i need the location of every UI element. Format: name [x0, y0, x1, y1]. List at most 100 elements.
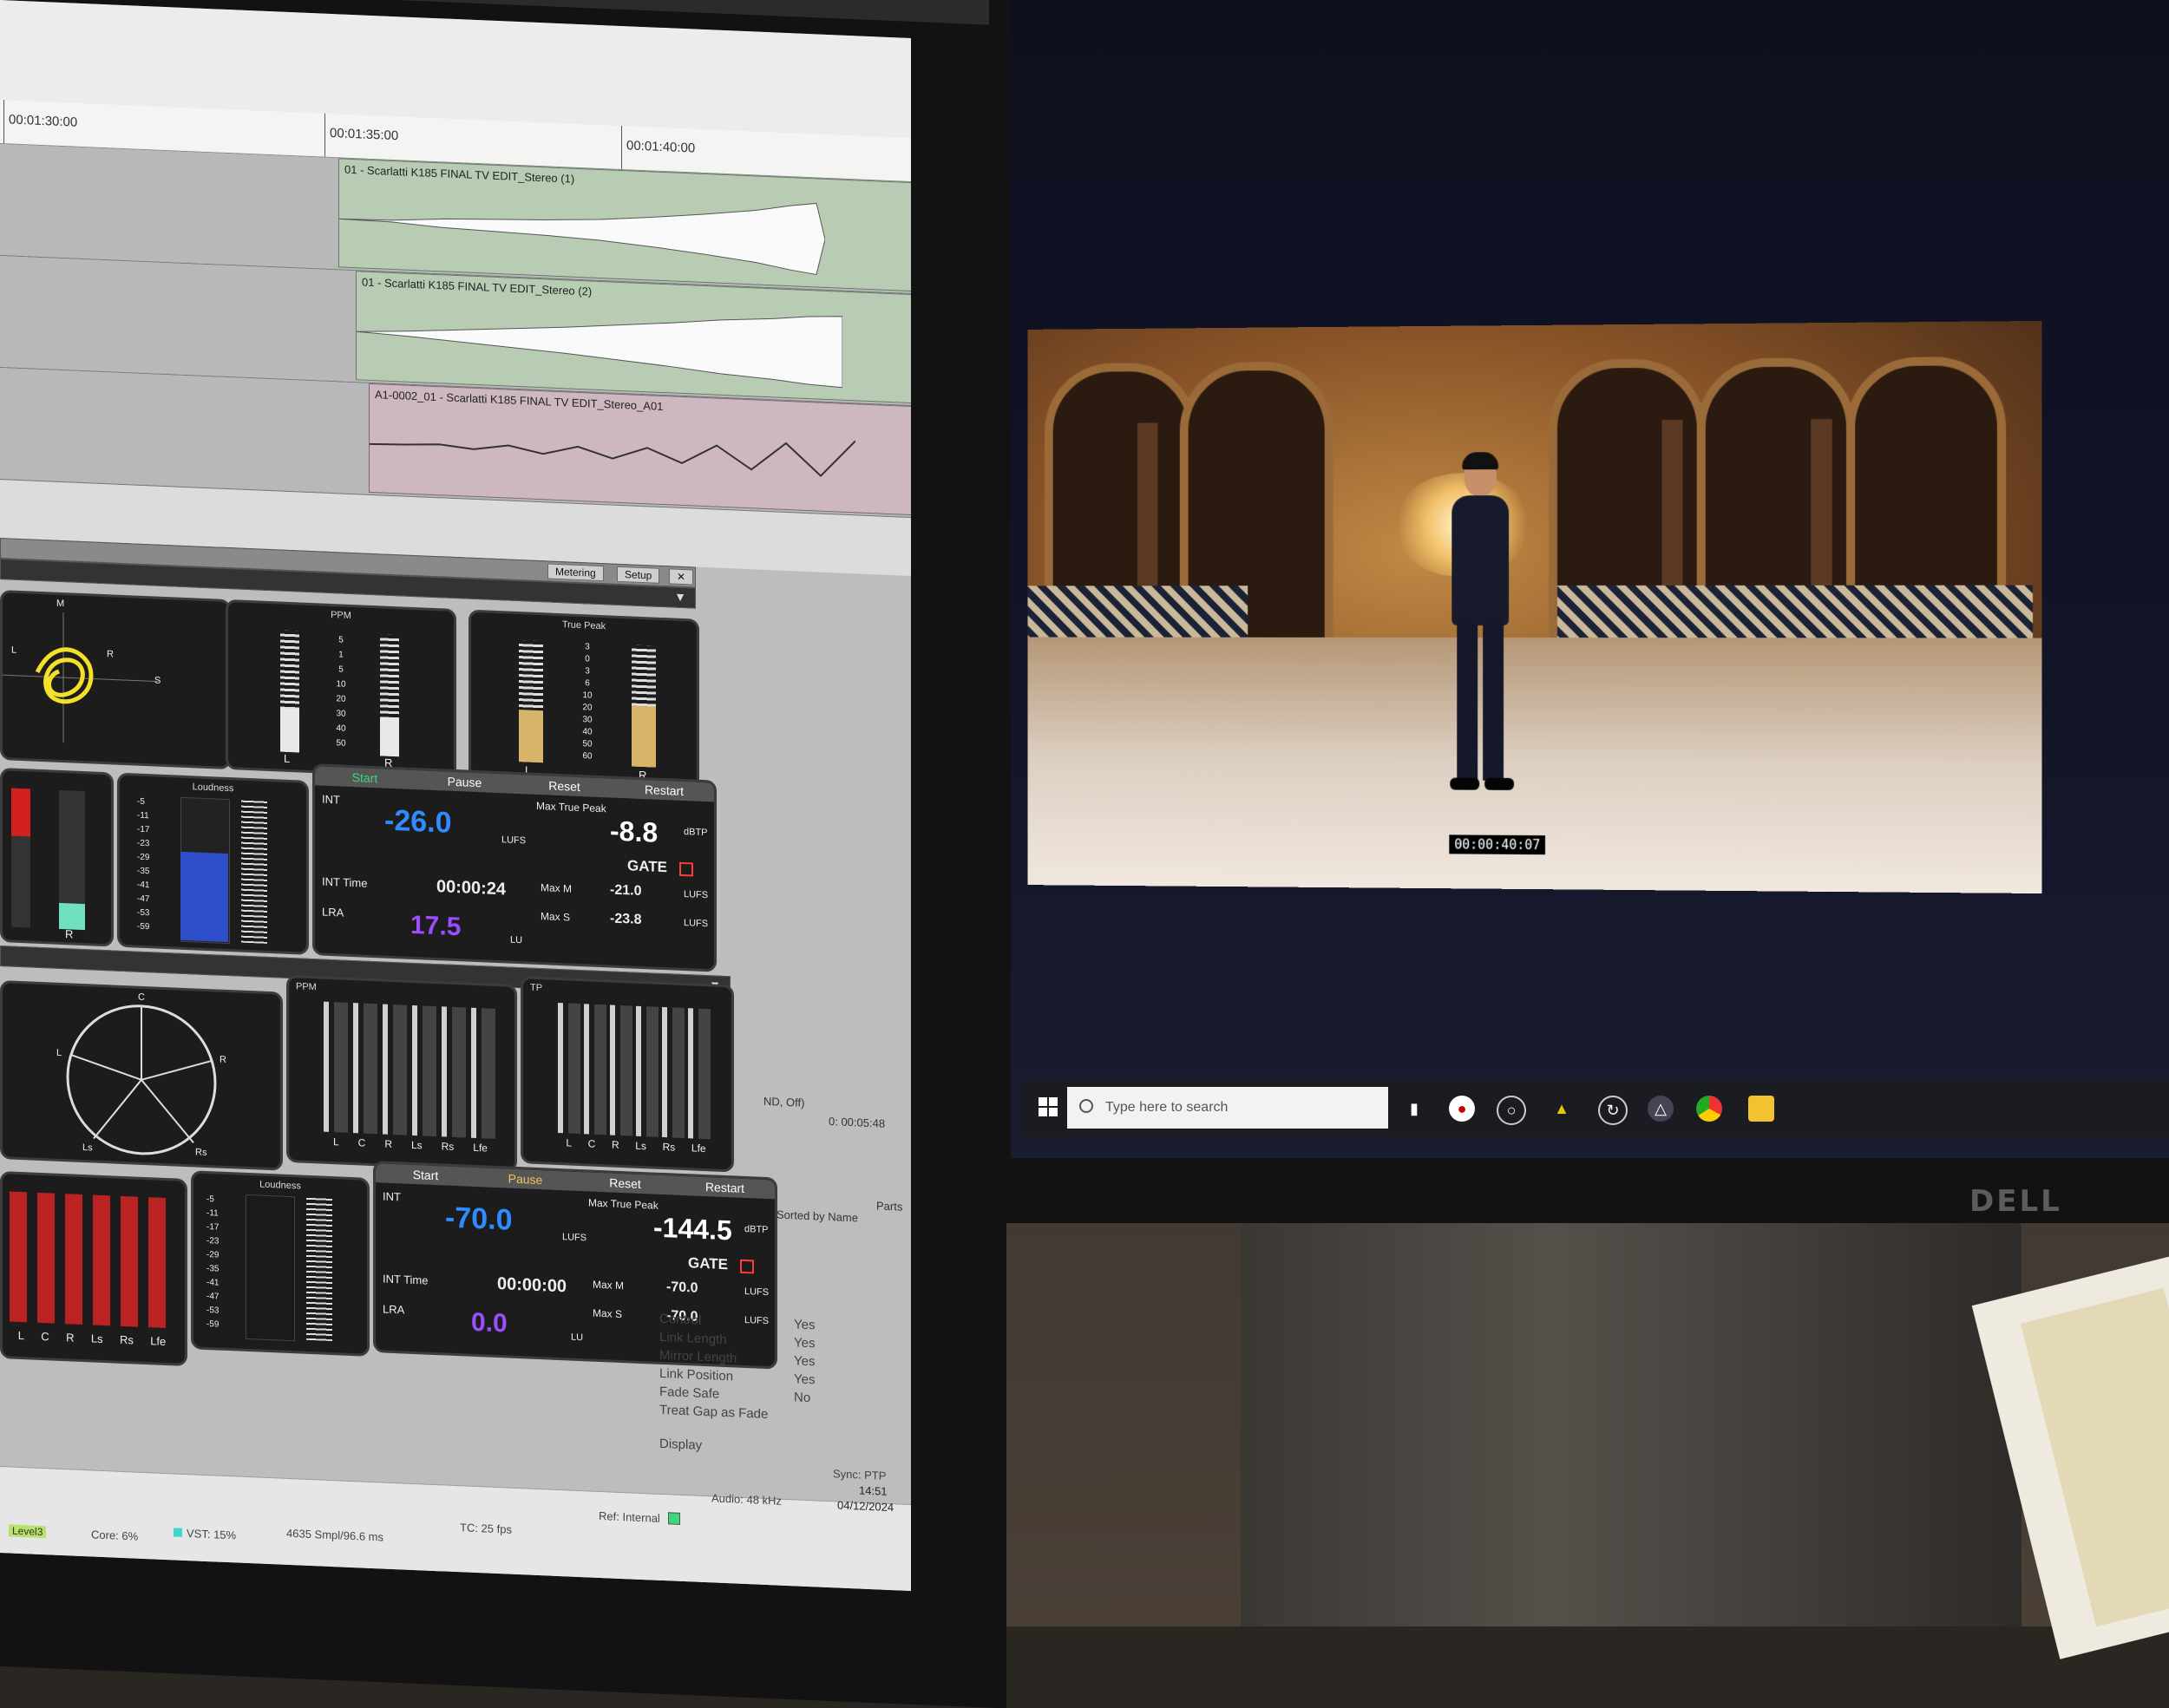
taskbar-search[interactable]: Type here to search — [1067, 1087, 1388, 1129]
performer-shoe — [1484, 777, 1515, 790]
monitor-stand — [1241, 1197, 2022, 1626]
level-fill-left — [11, 788, 30, 837]
task-view-icon[interactable]: ▮ — [1401, 1096, 1427, 1122]
performer-shoe — [1450, 777, 1480, 790]
chrome-icon[interactable] — [1696, 1096, 1722, 1122]
surround-loudness-meter: Loudness -5 -11 -17 -23 -29 -35 -41 -47 … — [191, 1170, 370, 1357]
tp-scale: 3 0 3 6 10 20 30 40 50 60 — [582, 642, 593, 762]
ppm-scale: 5 1 5 10 20 30 40 50 — [336, 635, 346, 749]
performer — [1445, 452, 1515, 794]
axis-l: L — [11, 645, 17, 656]
audio-clip[interactable]: 01 - Scarlatti K185 FINAL TV EDIT_Stereo… — [338, 158, 911, 292]
setup-tab[interactable]: Setup — [617, 566, 660, 584]
max-s-label: Max S — [541, 910, 571, 924]
windows-start-icon[interactable] — [1039, 1097, 1058, 1116]
max-tp-label: Max True Peak — [536, 799, 606, 815]
ruler-label: 00:01:35:00 — [330, 125, 399, 144]
close-icon[interactable]: ✕ — [669, 568, 694, 586]
left-monitor-screen: 00:01:30:00 00:01:35:00 00:01:40:00 01 -… — [0, 0, 911, 1592]
max-tp-label: Max True Peak — [588, 1196, 659, 1212]
waveform — [339, 202, 825, 276]
audio-clip[interactable]: 01 - Scarlatti K185 FINAL TV EDIT_Stereo… — [356, 271, 911, 404]
max-tp-value: -8.8 — [610, 815, 659, 848]
vst-indicator — [174, 1528, 182, 1537]
property-row[interactable]: Display — [659, 1436, 911, 1466]
warning-app-icon[interactable]: ▲ — [1549, 1096, 1575, 1122]
active-app-icon[interactable]: △ — [1648, 1096, 1674, 1122]
level-fill-right — [59, 902, 85, 931]
surround-tp-bars — [558, 1002, 714, 1140]
disc-app-icon[interactable]: ○ — [1497, 1096, 1526, 1125]
int-time-value: 00:00:00 — [497, 1274, 567, 1297]
max-s-value: -23.8 — [610, 911, 642, 927]
lufs-unit: LUFS — [744, 1286, 770, 1299]
sync-app-icon[interactable]: ↻ — [1598, 1096, 1628, 1125]
loudness-title: Loudness — [192, 782, 234, 795]
dbtp-unit: dBTP — [744, 1223, 769, 1236]
max-m-value: -70.0 — [666, 1279, 698, 1296]
surround-scope: C L R Ls Rs — [0, 980, 283, 1171]
start-button[interactable]: Start — [376, 1163, 476, 1188]
audio-clip[interactable]: A1-0002_01 - Scarlatti K185 FINAL TV EDI… — [369, 383, 911, 516]
latency: 4635 Smpl/96.6 ms — [286, 1526, 384, 1544]
gate-checkbox[interactable] — [679, 861, 693, 877]
performer-legs — [1457, 619, 1504, 781]
lufs-unit: LUFS — [684, 918, 709, 930]
max-tp-value: -144.5 — [653, 1211, 732, 1247]
folder-icon[interactable] — [1748, 1096, 1774, 1122]
chevron-down-icon[interactable]: ▼ — [674, 590, 686, 605]
max-m-label: Max M — [593, 1278, 624, 1292]
surround-loudness-ticks — [306, 1196, 332, 1342]
lra-value: 17.5 — [410, 910, 462, 942]
loudness-meter: Loudness -5 -11 -17 -23 -29 -35 -41 -47 … — [117, 772, 309, 955]
waveform — [370, 440, 855, 478]
label-r: R — [220, 1054, 226, 1065]
max-s-label: Max S — [593, 1306, 623, 1321]
goniometer: M L R S — [0, 590, 231, 770]
metering-tab[interactable]: Metering — [547, 563, 604, 582]
surround-loudness-bar — [246, 1194, 295, 1342]
label-c: C — [138, 991, 145, 1003]
loudness-ticks — [241, 799, 267, 944]
channel-l: L — [284, 751, 291, 766]
start-button[interactable]: Start — [315, 766, 416, 790]
tp-fill-left — [519, 710, 543, 763]
vst-load: VST: 15% — [187, 1527, 237, 1542]
ruler-label: 00:01:30:00 — [9, 112, 78, 130]
pause-button[interactable]: Pause — [415, 770, 515, 794]
label-ls: Ls — [82, 1142, 93, 1154]
video-timecode: 00:00:40:07 — [1449, 834, 1546, 855]
gate-checkbox[interactable] — [740, 1259, 754, 1274]
surround-tp-meter: TP L C R Ls Rs Lfe — [521, 976, 734, 1173]
surround-ppm-bars — [324, 1001, 497, 1140]
restart-button[interactable]: Restart — [614, 778, 715, 802]
dbtp-unit: dBTP — [684, 827, 708, 839]
max-m-label: Max M — [541, 881, 572, 895]
parts-label[interactable]: Parts — [876, 1199, 902, 1213]
surround-ppm-title: PPM — [296, 981, 317, 993]
surround-loudness-title: Loudness — [259, 1179, 301, 1192]
int-time-label: INT Time — [322, 874, 368, 890]
reset-button[interactable]: Reset — [575, 1171, 676, 1195]
lra-label: LRA — [322, 905, 344, 919]
ruler-tick — [3, 100, 4, 144]
loudness-scale: -5 -11 -17 -23 -29 -35 -41 -47 -53 -59 — [137, 796, 150, 933]
restart-button[interactable]: Restart — [675, 1175, 776, 1200]
label-l: L — [56, 1047, 62, 1058]
search-placeholder: Type here to search — [1105, 1100, 1229, 1115]
ppm-meter: PPM 5 1 5 10 20 30 40 50 L R — [226, 599, 456, 780]
reset-button[interactable]: Reset — [514, 774, 615, 798]
loudness-readout: Start Pause Reset Restart INT -26.0 LUFS… — [312, 763, 717, 972]
gate-label: GATE — [688, 1254, 728, 1273]
axis-m: M — [56, 598, 65, 610]
side-info-line1: ND, Off) — [763, 1094, 805, 1109]
channel-r: R — [65, 927, 74, 941]
clock-time: 14:51 — [859, 1483, 888, 1498]
audio-rate: Audio: 48 kHz — [711, 1491, 782, 1508]
pause-button[interactable]: Pause — [475, 1167, 576, 1191]
lra-label: LRA — [383, 1302, 405, 1317]
tp-title: True Peak — [561, 619, 606, 632]
clip-properties: Control Yes Link Length Yes Mirror Length Y… — [659, 1312, 911, 1479]
loudness-fill — [180, 851, 228, 943]
media-app-icon[interactable]: ● — [1449, 1096, 1475, 1122]
